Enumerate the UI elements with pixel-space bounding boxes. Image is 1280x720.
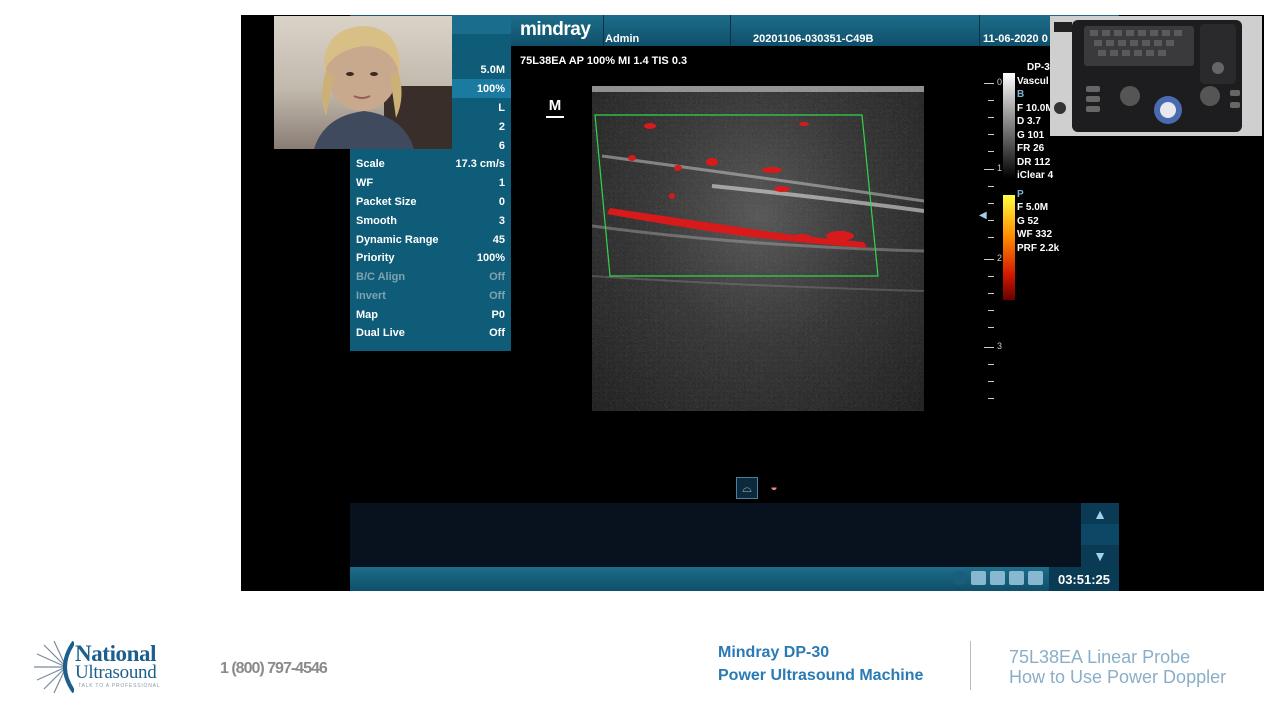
menu-row-priority[interactable]: Priority 100% <box>350 248 511 267</box>
ultrasound-image[interactable] <box>592 86 924 411</box>
status-bar: 03:51:25 <box>350 567 1119 591</box>
sunburst-logo-icon <box>34 640 74 694</box>
probe-convex-icon[interactable]: ◒ <box>764 477 784 497</box>
grayscale-bar <box>1003 73 1015 178</box>
presenter-image <box>314 26 452 149</box>
b-param: iClear 4 <box>1017 170 1054 181</box>
presenter-webcam <box>274 16 452 149</box>
p-param: WF 332 <box>1017 229 1053 240</box>
status-circle-icon <box>952 571 967 585</box>
menu-row-scale[interactable]: Scale 17.3 cm/s <box>350 154 511 173</box>
comment-area[interactable]: ▲ ▼ <box>350 503 1119 567</box>
probe-linear-icon[interactable]: ⌓ <box>736 477 758 499</box>
p-mode-label: P <box>1017 188 1024 200</box>
b-param: DR 112 <box>1017 156 1051 168</box>
video-frame: mindray Admin 20201106-030351-C49B 11-06… <box>241 15 1264 591</box>
focus-marker-icon: ◀ <box>979 210 987 221</box>
exam-id: 20201106-030351-C49B <box>753 33 874 45</box>
menu-row-dual-live[interactable]: Dual Live Off <box>350 323 511 342</box>
menu-row-wf[interactable]: WF 1 <box>350 173 511 192</box>
date-label: 11-06-2020 0 <box>983 33 1048 45</box>
doppler-image-svg <box>592 86 924 411</box>
menu-row-packet-size[interactable]: Packet Size 0 <box>350 192 511 211</box>
video-title-line1: Mindray DP-30 <box>718 644 830 661</box>
phone-number: 1 (800) 797-4546 <box>220 660 328 677</box>
logo-text-ultrasound: Ultrasound <box>75 662 157 683</box>
brand-logo: mindray <box>520 19 591 40</box>
p-param: G 52 <box>1017 215 1039 227</box>
control-panel-webcam <box>1050 16 1262 136</box>
scroll-controls: ▲ ▼ <box>1081 503 1119 567</box>
orientation-marker: M <box>546 98 564 118</box>
probe-selector: ⌓ ◒ <box>736 477 784 499</box>
monitor-icon[interactable] <box>1028 571 1043 585</box>
scroll-up-icon[interactable]: ▲ <box>1081 503 1119 524</box>
video-subtitle-line1: 75L38EA Linear Probe <box>1009 647 1191 667</box>
footer-divider <box>970 641 971 690</box>
menu-row-bc-align[interactable]: B/C Align Off <box>350 267 511 286</box>
p-param: PRF 2.2k <box>1017 242 1060 254</box>
b-param: FR 26 <box>1017 143 1045 154</box>
scroll-down-icon[interactable]: ▼ <box>1081 545 1119 566</box>
depth-scale: 0 1 2 3 <box>974 77 1002 408</box>
doppler-color-bar <box>1003 195 1015 300</box>
menu-row-dynamic-range[interactable]: Dynamic Range 45 <box>350 230 511 249</box>
patient-icon[interactable] <box>971 571 986 585</box>
network-icon[interactable] <box>990 571 1005 585</box>
video-title-line2: Power Ultrasound Machine <box>718 667 924 684</box>
print-icon[interactable] <box>1009 571 1024 585</box>
acoustic-params: 75L38EA AP 100% MI 1.4 TIS 0.3 <box>520 55 688 67</box>
user-label: Admin <box>605 33 640 45</box>
video-subtitle-line2: How to Use Power Doppler <box>1009 667 1227 687</box>
p-param: F 5.0M <box>1017 202 1049 213</box>
logo-tagline: TALK TO A PROFESSIONAL <box>78 683 161 689</box>
menu-row-map[interactable]: Map P0 <box>350 305 511 324</box>
menu-row-smooth[interactable]: Smooth 3 <box>350 211 511 230</box>
menu-row-invert[interactable]: Invert Off <box>350 286 511 305</box>
keyboard-image <box>1050 16 1262 136</box>
system-clock: 03:51:25 <box>1049 567 1119 591</box>
